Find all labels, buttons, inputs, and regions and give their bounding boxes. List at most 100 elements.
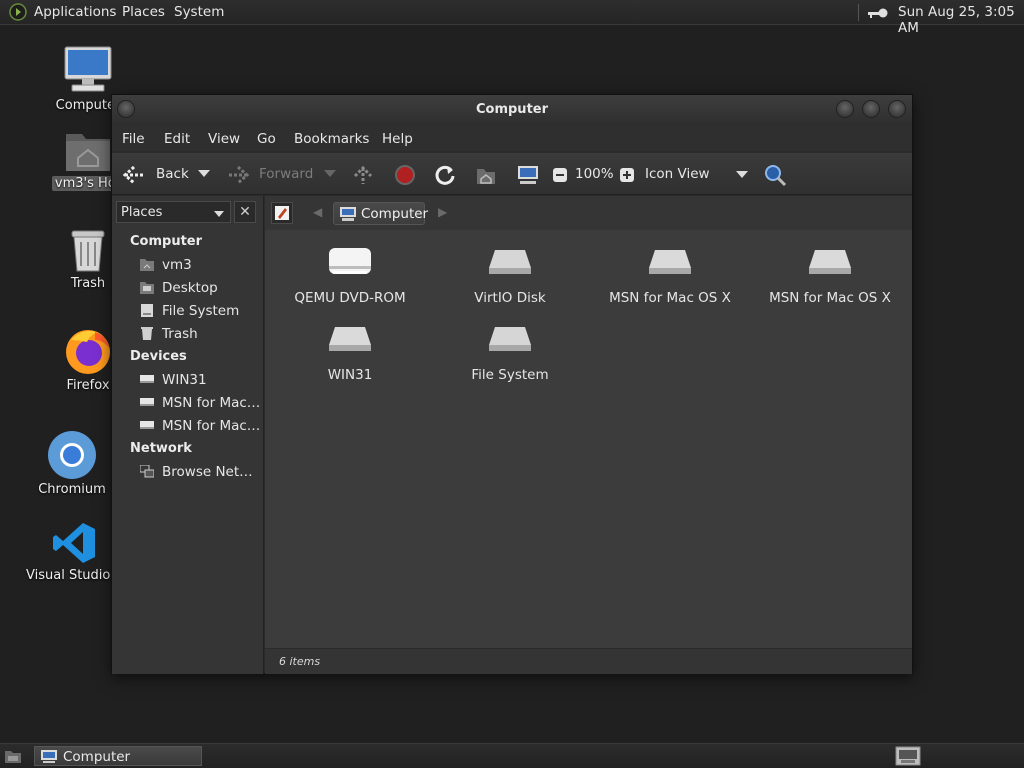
hard-disk-icon — [489, 250, 531, 274]
drive-icon — [140, 398, 154, 406]
sidebar-item-msn-1[interactable]: MSN for Mac… — [140, 393, 262, 413]
view-mode-select[interactable]: Icon View — [645, 166, 710, 182]
menu-places[interactable]: Places — [122, 4, 165, 20]
sidebar-heading-devices: Devices — [130, 349, 187, 364]
drive-label: WIN31 — [327, 367, 373, 383]
crumb-computer[interactable]: Computer — [333, 202, 429, 225]
sidebar-item-trash[interactable]: Trash — [140, 324, 262, 344]
sidebar-item-browse-network[interactable]: Browse Net… — [140, 462, 262, 482]
title-bar[interactable]: Computer — [112, 95, 912, 125]
forward-button[interactable]: Forward — [259, 166, 313, 182]
drive-label: MSN for Mac OS X — [769, 290, 891, 306]
toolbar: Back Forward 100% Icon View — [112, 153, 912, 195]
home-folder-icon — [140, 259, 154, 271]
maximize-button[interactable] — [862, 100, 880, 118]
taskbar-item-computer[interactable]: Computer — [34, 746, 202, 766]
drive-label: VirtIO Disk — [474, 290, 546, 306]
drive-label: File System — [471, 367, 549, 383]
sidebar-item-label: Trash — [162, 326, 198, 342]
clock[interactable]: Sun Aug 25, 3:05 AM — [898, 4, 1024, 36]
drive-icon — [141, 304, 153, 317]
pencil-icon — [275, 206, 289, 220]
menu-file[interactable]: File — [122, 131, 145, 147]
menu-view[interactable]: View — [208, 131, 240, 147]
desktop-icon-label: Firefox — [66, 378, 110, 393]
sidebar: Places ✕ Computer vm3 Desktop File Syste… — [112, 196, 264, 674]
menu-bookmarks[interactable]: Bookmarks — [294, 131, 369, 147]
stop-icon[interactable] — [394, 164, 416, 186]
menu-edit[interactable]: Edit — [164, 131, 190, 147]
reload-icon[interactable] — [434, 164, 456, 186]
sidebar-close-button[interactable]: ✕ — [234, 201, 256, 223]
menu-applications[interactable]: Applications — [34, 4, 116, 20]
firefox-icon — [66, 330, 110, 374]
menu-go[interactable]: Go — [257, 131, 276, 147]
show-desktop-icon[interactable] — [4, 748, 22, 764]
status-bar: 6 items — [265, 648, 912, 674]
hard-disk-icon — [329, 327, 371, 351]
chevron-down-icon — [214, 211, 224, 217]
menu-bar: File Edit View Go Bookmarks Help — [112, 125, 912, 151]
drive-item-file-system[interactable]: File System — [435, 321, 585, 383]
search-icon[interactable] — [763, 163, 787, 187]
drive-item-win31[interactable]: WIN31 — [275, 321, 425, 383]
applications-logo-icon[interactable] — [9, 3, 27, 21]
back-button[interactable]: Back — [156, 166, 189, 182]
desktop-folder-icon — [140, 282, 154, 294]
view-mode-chevron-icon[interactable] — [736, 171, 748, 179]
zoom-level[interactable]: 100% — [575, 166, 614, 182]
home-icon[interactable] — [475, 164, 497, 186]
forward-arrow-icon[interactable] — [226, 165, 250, 185]
computer-location-icon[interactable] — [516, 164, 540, 186]
edit-location-button[interactable] — [271, 202, 293, 224]
sidebar-item-win31[interactable]: WIN31 — [140, 370, 262, 390]
icon-view: QEMU DVD-ROM VirtIO Disk MSN for Mac OS … — [265, 230, 912, 648]
optical-drive-icon — [329, 248, 371, 274]
back-arrow-icon[interactable] — [122, 165, 146, 185]
drive-item-msn-1[interactable]: MSN for Mac OS X — [595, 244, 745, 306]
drive-icon — [140, 375, 154, 383]
sidebar-heading-network: Network — [130, 441, 192, 456]
desktop-icon-vscode[interactable]: Visual Studio Co — [26, 520, 132, 583]
sidebar-type-select[interactable]: Places — [116, 201, 231, 223]
drive-label: MSN for Mac OS X — [609, 290, 731, 306]
sidebar-item-msn-2[interactable]: MSN for Mac… — [140, 416, 262, 436]
desktop-icon-label: Chromium — [38, 482, 106, 497]
zoom-in-icon[interactable] — [619, 167, 635, 183]
panel-separator — [858, 4, 859, 21]
sidebar-item-label: MSN for Mac… — [162, 395, 261, 411]
crumb-label: Computer — [361, 206, 429, 222]
forward-history-chevron-icon[interactable] — [324, 170, 336, 178]
menu-system[interactable]: System — [174, 4, 224, 20]
crumb-scroll-left-icon[interactable]: ◀ — [313, 205, 322, 219]
drive-item-msn-2[interactable]: MSN for Mac OS X — [755, 244, 905, 306]
desktop-icon-chromium[interactable]: Chromium — [24, 430, 120, 497]
network-key-icon[interactable] — [868, 7, 888, 19]
chromium-icon — [48, 431, 96, 479]
crumb-scroll-right-icon[interactable]: ▶ — [438, 205, 447, 219]
desktop-icon-label: Trash — [70, 276, 106, 291]
up-arrow-icon[interactable] — [352, 164, 374, 186]
sidebar-item-label: MSN for Mac… — [162, 418, 261, 434]
drive-item-qemu-dvd[interactable]: QEMU DVD-ROM — [275, 244, 425, 306]
drive-item-virtio[interactable]: VirtIO Disk — [435, 244, 585, 306]
sidebar-item-label: Desktop — [162, 280, 218, 296]
sidebar-item-file-system[interactable]: File System — [140, 301, 262, 321]
back-history-chevron-icon[interactable] — [198, 170, 210, 178]
sidebar-item-label: Browse Net… — [162, 464, 253, 480]
sidebar-heading-computer: Computer — [130, 234, 203, 249]
minimize-button[interactable] — [836, 100, 854, 118]
file-manager-window: Computer File Edit View Go Bookmarks Hel… — [111, 94, 913, 674]
drive-icon — [140, 421, 154, 429]
sidebar-item-desktop[interactable]: Desktop — [140, 278, 262, 298]
trash-icon — [71, 230, 105, 272]
sidebar-item-vm3[interactable]: vm3 — [140, 255, 262, 275]
close-button[interactable] — [888, 100, 906, 118]
workspace-switcher-icon[interactable] — [895, 746, 921, 766]
zoom-out-icon[interactable] — [552, 167, 568, 183]
trash-icon — [141, 327, 153, 340]
drive-label: QEMU DVD-ROM — [294, 290, 406, 306]
menu-help[interactable]: Help — [382, 131, 413, 147]
sidebar-type-label: Places — [121, 205, 163, 220]
status-text: 6 items — [279, 655, 321, 668]
